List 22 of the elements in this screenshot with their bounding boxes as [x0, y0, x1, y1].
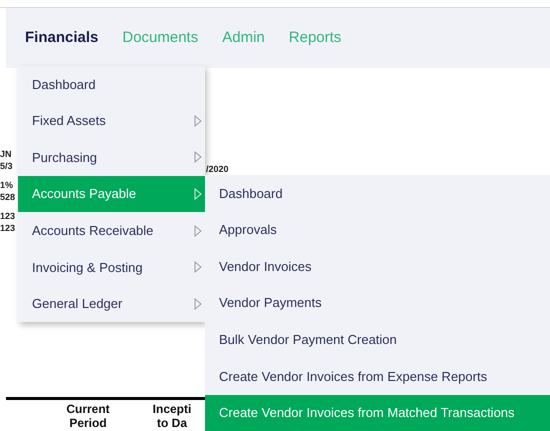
report-value: 528: [0, 191, 16, 203]
report-value: 1%: [0, 179, 14, 191]
menu-item[interactable]: Invoicing & Posting: [18, 248, 205, 286]
menu-item[interactable]: Purchasing: [18, 139, 205, 176]
report-value: JN: [0, 148, 13, 160]
submenu-item[interactable]: Vendor Payments: [205, 284, 550, 322]
menu-item[interactable]: Accounts Receivable: [18, 212, 205, 249]
column-header: Current Period: [65, 402, 111, 430]
report-value: 123: [0, 222, 16, 234]
menu-item[interactable]: Fixed Assets: [18, 102, 205, 140]
report-value: 5/3: [0, 160, 14, 172]
submenu-item[interactable]: Create Vendor Invoices from Expense Reports: [205, 358, 550, 395]
submenu-item[interactable]: Bulk Vendor Payment Creation: [205, 321, 550, 358]
submenu-item[interactable]: Approvals: [205, 212, 550, 248]
submenu-item[interactable]: Dashboard: [205, 175, 550, 212]
submenu-item[interactable]: Vendor Invoices: [205, 248, 550, 285]
menu-item[interactable]: Dashboard: [18, 66, 205, 103]
nav-tab[interactable]: Financials: [25, 26, 98, 50]
report-value: 123: [0, 210, 16, 222]
date-text: /2020: [206, 163, 229, 176]
column-header: Incepti to Da: [152, 402, 192, 430]
menu-item[interactable]: General Ledger: [18, 286, 205, 322]
